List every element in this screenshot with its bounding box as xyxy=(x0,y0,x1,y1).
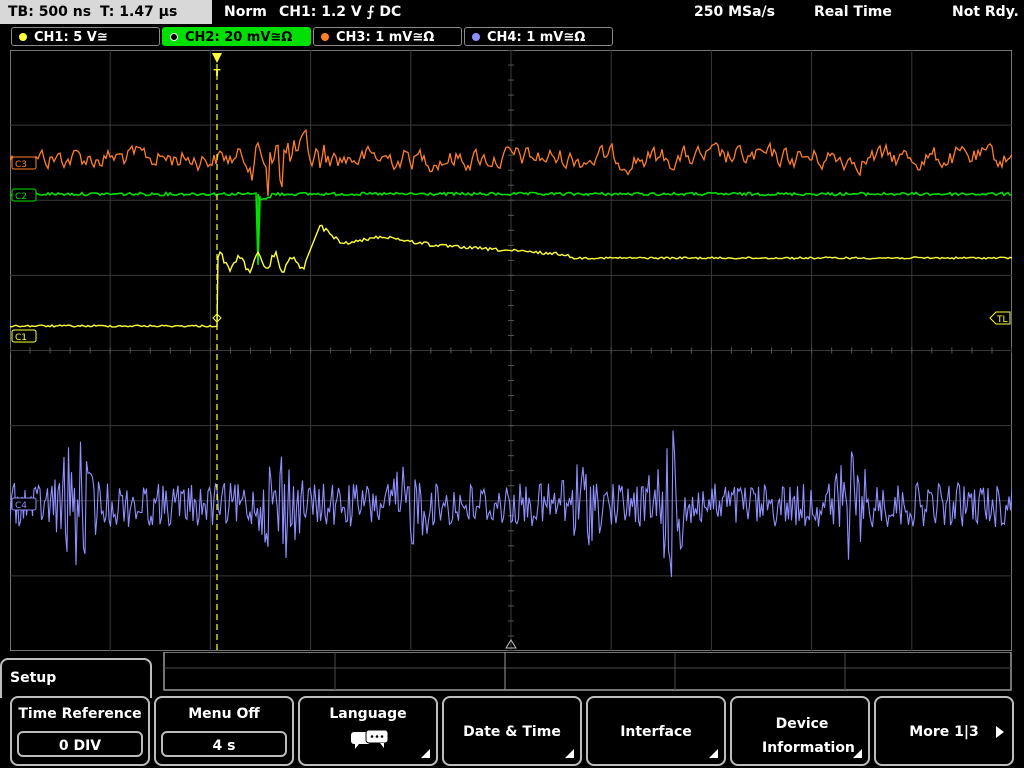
submenu-corner-icon xyxy=(709,749,718,758)
trigger-position-label: T xyxy=(214,68,221,79)
trigger-source[interactable]: CH1: 1.2 V ⨍ DC xyxy=(279,0,401,24)
acquisition-mode: Real Time xyxy=(814,4,892,20)
language-softkey[interactable]: Language xyxy=(298,696,438,766)
timebase-box[interactable]: TB: 500 ns T: 1.47 µs xyxy=(0,0,212,24)
channel-tabs: CH1: 5 V≅ CH2: 20 mV≅Ω CH3: 1 mV≅Ω CH4: … xyxy=(0,26,1024,48)
ch4-marker-label: C4 xyxy=(15,501,27,511)
timebase-value: TB: 500 ns xyxy=(8,4,92,20)
sample-rate: 250 MSa/s xyxy=(694,4,776,20)
menu-title: Setup xyxy=(10,670,57,686)
ch2-offset-marker[interactable]: C2 xyxy=(11,188,37,202)
trigger-status: Not Rdy. xyxy=(952,4,1019,20)
channel-tab-ch3[interactable]: CH3: 1 mV≅Ω xyxy=(313,27,462,46)
ch3-label: CH3: 1 mV≅Ω xyxy=(336,30,435,45)
ch4-label: CH4: 1 mV≅Ω xyxy=(487,30,586,45)
menu-off-value: 4 s xyxy=(161,731,287,757)
submenu-corner-icon xyxy=(565,749,574,758)
menu-off-label: Menu Off xyxy=(188,706,260,722)
ch1-offset-marker[interactable]: C1 xyxy=(11,329,37,343)
next-page-arrow-icon xyxy=(996,726,1004,738)
ch4-offset-marker[interactable]: C4 xyxy=(11,497,37,511)
device-information-softkey[interactable]: Device Information xyxy=(730,696,870,766)
ch4-color-dot xyxy=(472,33,480,41)
ch3-color-dot xyxy=(321,33,329,41)
time-reference-softkey[interactable]: Time Reference 0 DIV xyxy=(10,696,150,766)
ch3-marker-label: C3 xyxy=(15,160,27,170)
menu-info-strip xyxy=(163,652,1012,691)
ch2-color-dot xyxy=(170,33,178,41)
trigger-mode[interactable]: Norm xyxy=(224,0,267,24)
language-label: Language xyxy=(329,706,407,722)
ch3-offset-marker[interactable]: C3 xyxy=(11,156,37,170)
ch2-label: CH2: 20 mV≅Ω xyxy=(185,30,293,45)
date-time-label: Date & Time xyxy=(463,724,561,740)
interface-softkey[interactable]: Interface xyxy=(586,696,726,766)
waveform-display[interactable]: T C3 C2 C1 C4 TL xyxy=(10,50,1012,651)
ch1-color-dot xyxy=(19,33,27,41)
time-reference-label: Time Reference xyxy=(18,706,142,722)
speech-bubbles-icon xyxy=(351,729,389,749)
ch1-marker-label: C1 xyxy=(15,333,27,343)
more-softkey[interactable]: More 1|3 xyxy=(874,696,1014,766)
ch1-label: CH1: 5 V≅ xyxy=(34,30,108,45)
time-reference-value: 0 DIV xyxy=(17,731,143,757)
device-information-label: Device Information xyxy=(762,716,855,756)
channel-tab-ch4[interactable]: CH4: 1 mV≅Ω xyxy=(464,27,613,46)
menu-title-tab[interactable]: Setup xyxy=(0,658,152,698)
more-label: More 1|3 xyxy=(909,724,979,740)
softkey-bar: Time Reference 0 DIV Menu Off 4 s Langua… xyxy=(0,696,1024,768)
submenu-corner-icon xyxy=(421,749,430,758)
menu-off-softkey[interactable]: Menu Off 4 s xyxy=(154,696,294,766)
status-bar: TB: 500 ns T: 1.47 µs Norm CH1: 1.2 V ⨍ … xyxy=(0,0,1024,24)
channel-tab-ch1[interactable]: CH1: 5 V≅ xyxy=(11,27,160,46)
trigger-time-value: T: 1.47 µs xyxy=(100,4,178,20)
ch2-marker-label: C2 xyxy=(15,192,27,202)
channel-tab-ch2[interactable]: CH2: 20 mV≅Ω xyxy=(162,27,311,46)
submenu-corner-icon xyxy=(853,749,862,758)
date-time-softkey[interactable]: Date & Time xyxy=(442,696,582,766)
interface-label: Interface xyxy=(620,724,692,740)
trigger-level-label: TL xyxy=(996,315,1008,325)
